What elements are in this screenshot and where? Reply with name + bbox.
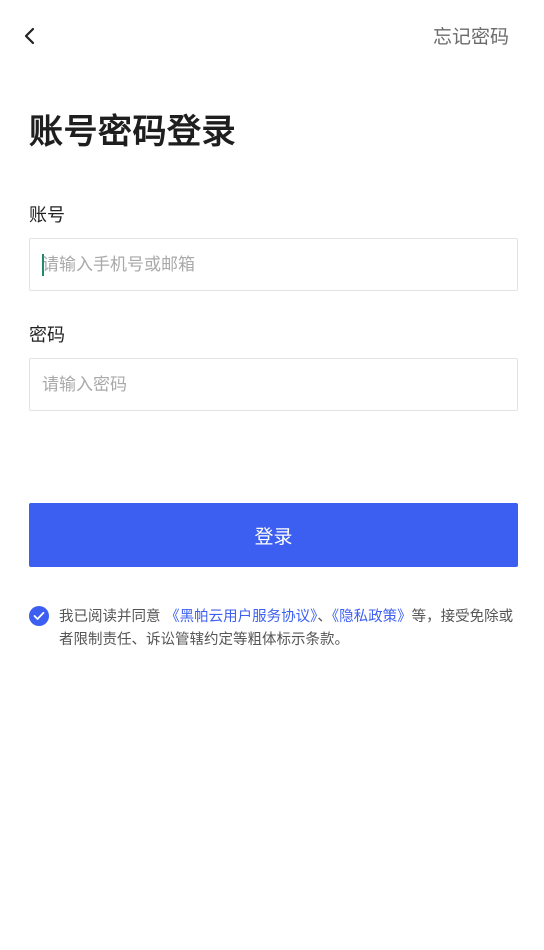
account-label: 账号 — [29, 205, 65, 226]
text-caret — [42, 254, 44, 276]
top-bar: 忘记密码 — [0, 0, 544, 72]
password-input-box[interactable] — [29, 358, 518, 411]
forgot-password-link[interactable]: 忘记密码 — [433, 24, 509, 50]
login-page: 忘记密码 账号密码登录 账号 密码 登录 我已阅读并同意 《黑帕云用户服务协议》… — [0, 0, 544, 950]
privacy-policy-link[interactable]: 《隐私政策》 — [332, 609, 412, 625]
agreement-checkbox[interactable] — [29, 606, 49, 626]
check-icon — [33, 611, 45, 620]
agreement-text: 我已阅读并同意 《黑帕云用户服务协议》、《隐私政策》等，接受免除或者限制责任、诉… — [59, 606, 521, 652]
user-agreement-link[interactable]: 《黑帕云用户服务协议》 — [165, 609, 317, 625]
password-label: 密码 — [29, 325, 65, 346]
chevron-left-icon — [24, 27, 35, 45]
account-input-box[interactable] — [29, 238, 518, 291]
back-button[interactable] — [16, 22, 44, 50]
agreement-separator: 、 — [317, 609, 332, 625]
account-input[interactable] — [42, 239, 502, 290]
password-input[interactable] — [42, 359, 502, 410]
agreement-prefix: 我已阅读并同意 — [59, 609, 166, 625]
login-button[interactable]: 登录 — [29, 503, 518, 567]
page-title: 账号密码登录 — [29, 112, 236, 152]
